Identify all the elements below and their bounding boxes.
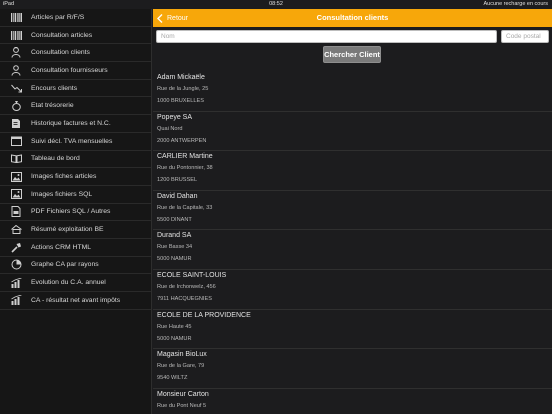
client-city: 7911 HACQUEGNIES [157,295,212,302]
nav-bar: Retour Consultation clients [153,9,552,27]
sidebar-item-0[interactable]: Articles par R/F/S [0,9,151,27]
client-name: Popeye SA [157,113,193,121]
barcode-icon [10,30,22,41]
client-street: Rue de la Gare, 79 [157,363,205,370]
client-name: ECOLE SAINT-LOUIS [157,271,227,279]
client-row[interactable]: CARLIER Martine Rue du Pontonnier, 38 1200… [153,151,552,191]
sidebar-item-6[interactable]: Historique factures et N.C. [0,115,151,133]
client-city: 2000 ANTWERPEN [157,137,207,144]
image-icon [10,171,22,182]
client-row[interactable]: Popeye SA Quai Nord 2000 ANTWERPEN [153,112,552,152]
sidebar-item-3[interactable]: Consultation fournisseurs [0,62,151,80]
client-street: Rue Basse 34 [157,244,193,251]
client-name: Magasin BioLux [157,351,207,359]
calendar-icon [10,136,22,147]
summary-icon [10,224,22,235]
sidebar-item-8[interactable]: Tableau de bord [0,151,151,169]
client-row[interactable]: David Dahan Rue de la Capitale, 33 5500 DI… [153,191,552,231]
image-icon [10,189,22,200]
sidebar-item-label: Consultation clients [31,49,90,57]
client-row[interactable]: ECOLE DE LA PROVIDENCE Rue Haute 45 5000 N… [153,310,552,350]
sidebar-item-14[interactable]: Graphe CA par rayons [0,257,151,275]
client-name: Durand SA [157,232,192,240]
search-client-button[interactable]: Chercher Client [323,46,381,63]
sidebar-item-7[interactable]: Suivi décl. TVA mensuelles [0,133,151,151]
sidebar-item-10[interactable]: Images fichiers SQL [0,186,151,204]
client-row[interactable]: Magasin BioLux Rue de la Gare, 79 9540 WIL… [153,349,552,389]
client-street: Rue du Pontonnier, 38 [157,165,213,172]
client-name: ECOLE DE LA PROVIDENCE [157,311,251,319]
client-city: 5000 NAMUR [157,256,192,263]
client-street: Quai Nord [157,125,183,132]
tools-icon [10,242,22,253]
client-icon [10,47,22,58]
pdf-icon [10,206,22,218]
sidebar-item-label: Images fichiers SQL [31,190,93,198]
sidebar-item-label: Etat trésorerie [31,102,74,110]
client-street: Rue Haute 45 [157,323,192,330]
invoice-icon [10,118,22,129]
supplier-icon [10,65,22,76]
sidebar-item-label: Tableau de bord [31,155,80,163]
sidebar-item-label: Graphe CA par rayons [31,261,99,269]
name-input[interactable] [156,30,497,43]
sidebar-item-5[interactable]: Etat trésorerie [0,97,151,116]
sidebar-item-label: Actions CRM HTML [31,243,92,251]
page-title: Consultation clients [316,13,389,22]
client-city: 5500 DINANT [157,216,192,223]
client-city: 5000 NAMUR [157,335,192,342]
sidebar-item-13[interactable]: Actions CRM HTML [0,239,151,257]
bar-chart-icon [10,295,22,306]
client-row[interactable]: Adam Mickaële Rue de la Jungle, 25 1000 BR… [153,72,552,112]
sidebar-menu: Articles par R/F/S Consultation articles C… [0,9,152,414]
client-city: 1000 BRUXELLES [157,98,204,104]
client-list: Adam Mickaële Rue de la Jungle, 25 1000 BR… [153,72,552,414]
barcode-icon [10,12,22,23]
sidebar-item-1[interactable]: Consultation articles [0,27,151,45]
client-street: Rue de Irchonwelz, 456 [157,283,216,290]
sidebar-item-label: Historique factures et N.C. [31,119,111,127]
sidebar-item-15[interactable]: Evolution du C.A. annuel [0,274,151,292]
sidebar-item-label: Evolution du C.A. annuel [31,279,106,287]
battery-status: Aucune recharge en cours [483,1,548,7]
money-bag-icon [10,100,22,112]
client-city: 1200 BRUSSEL [157,177,198,184]
sidebar-item-11[interactable]: PDF Fichiers SQL / Autres [0,204,151,222]
sidebar-item-12[interactable]: Résumé exploitation BE [0,221,151,239]
client-row[interactable]: ECOLE SAINT-LOUIS Rue de Irchonwelz, 456 7… [153,270,552,310]
client-name: Monsieur Carton [157,390,209,398]
client-city: 9540 WILTZ [157,375,188,382]
sidebar-item-2[interactable]: Consultation clients [0,44,151,63]
status-bar: iPad 08:52 Aucune recharge en cours [0,0,552,9]
client-street: Rue du Pont Neuf 5 [157,402,207,409]
client-name: Adam Mickaële [157,74,205,81]
client-street: Rue de la Capitale, 33 [157,204,213,211]
bar-chart-icon [10,277,22,288]
sidebar-item-label: Résumé exploitation BE [31,226,104,234]
sidebar-item-label: Consultation fournisseurs [31,66,108,74]
client-row[interactable]: Durand SA Rue Basse 34 5000 NAMUR [153,230,552,270]
client-name: David Dahan [157,192,198,200]
client-name: CARLIER Martine [157,153,213,161]
trend-icon [10,83,22,94]
sidebar-item-label: PDF Fichiers SQL / Autres [31,208,111,216]
sidebar-item-label: Images fiches articles [31,173,97,181]
sidebar-item-label: Consultation articles [31,31,93,39]
postal-code-input[interactable] [501,30,549,43]
sidebar-item-9[interactable]: Images fiches articles [0,168,151,186]
sidebar-item-4[interactable]: Encours clients [0,80,151,98]
sidebar-item-label: Suivi décl. TVA mensuelles [31,137,113,145]
sidebar-item-label: Articles par R/F/S [31,13,85,21]
client-row[interactable]: Monsieur Carton Rue du Pont Neuf 5 [153,389,552,414]
pie-chart-icon [10,259,22,270]
sidebar-item-label: Encours clients [31,84,78,92]
search-row [156,30,549,43]
sidebar-item-label: CA - résultat net avant impôts [31,296,121,304]
book-icon [10,153,22,164]
client-street: Rue de la Jungle, 25 [157,86,209,92]
main-pane: Retour Consultation clients Chercher Cli… [153,9,552,414]
clock: 08:52 [269,1,283,7]
sidebar-item-16[interactable]: CA - résultat net avant impôts [0,292,151,310]
